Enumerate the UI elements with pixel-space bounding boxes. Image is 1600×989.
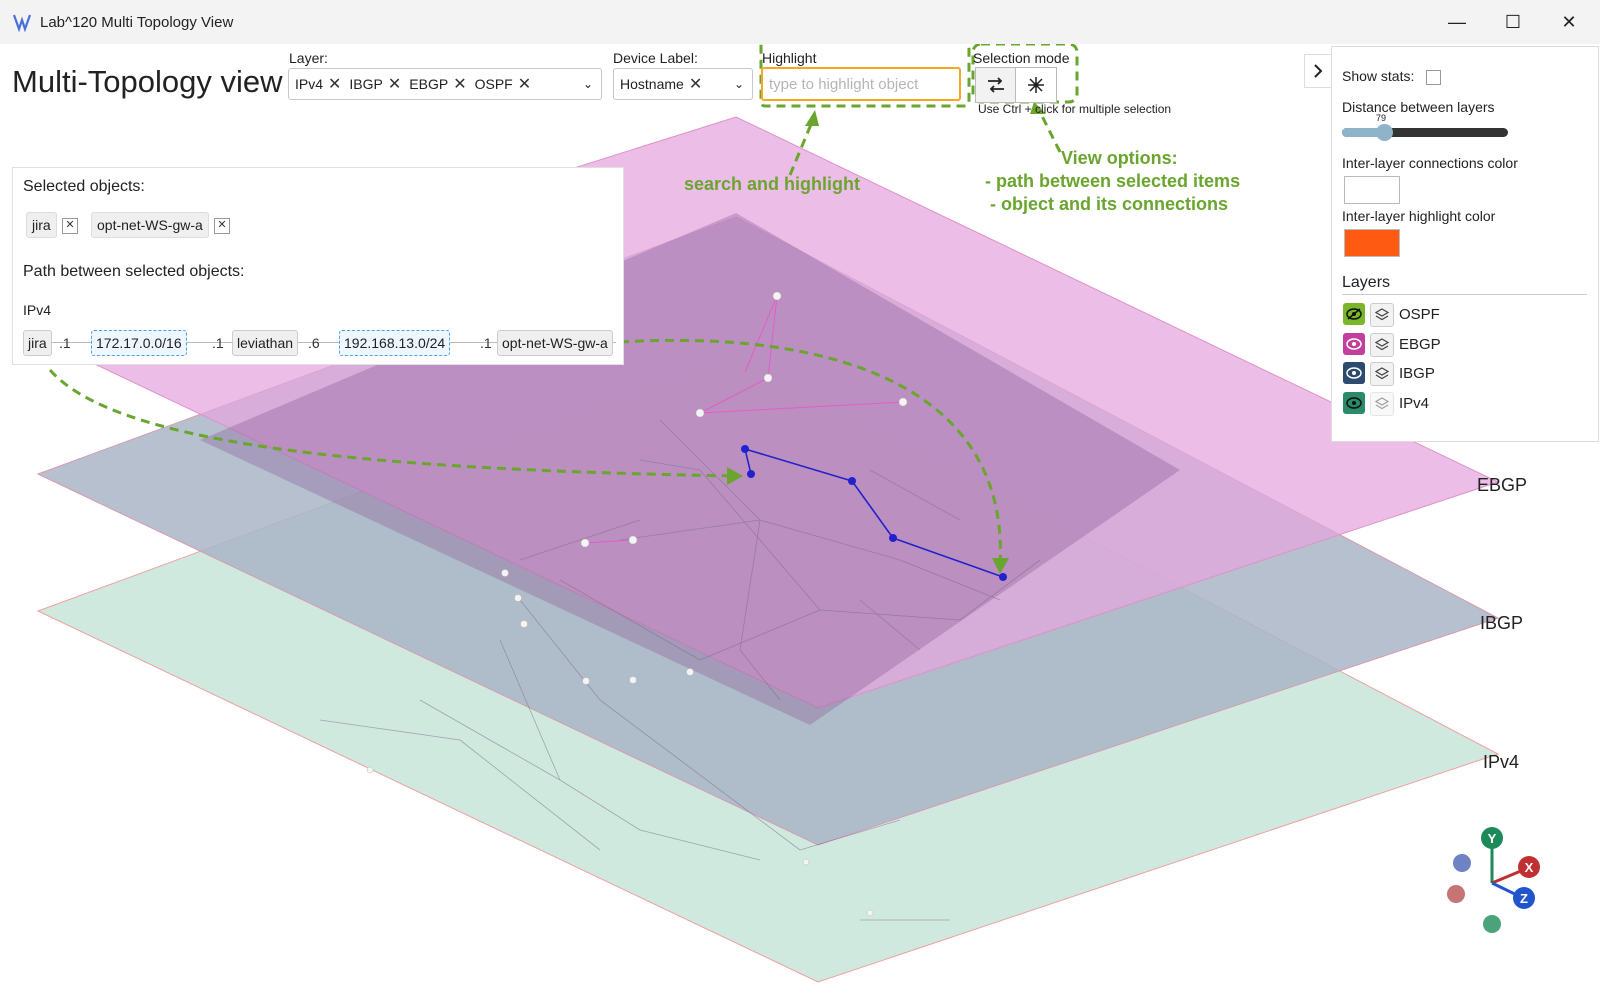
chevron-down-icon[interactable]: ⌄ — [734, 77, 744, 91]
remove-selected-object-icon[interactable]: ✕ — [62, 218, 78, 234]
path-network[interactable]: 192.168.13.0/24 — [339, 330, 451, 356]
distance-slider-thumb[interactable] — [1375, 124, 1393, 141]
path-heading: Path between selected objects: — [23, 263, 245, 280]
selected-object-tag: opt-net-WS-gw-a — [91, 212, 209, 238]
distance-value: 79 — [1376, 113, 1387, 123]
selected-object-tag: jira — [26, 212, 57, 238]
neighbors-selection-mode-button[interactable] — [1015, 67, 1057, 103]
path-port: .1 — [212, 335, 224, 351]
path-mode-icon — [988, 77, 1004, 93]
interlayer-color-label: Inter-layer connections color — [1342, 155, 1518, 171]
show-stats-checkbox[interactable] — [1426, 70, 1441, 85]
maximize-button[interactable]: ☐ — [1490, 6, 1536, 38]
ibgp-plane-label: IBGP — [1480, 613, 1524, 633]
device-label-select[interactable]: Hostname ✕ ⌄ — [613, 68, 753, 100]
layer-name: IBGP — [1399, 365, 1435, 382]
ebgp-plane-label: EBGP — [1477, 475, 1528, 495]
remove-selected-object-icon[interactable]: ✕ — [214, 218, 230, 234]
view-options-annotation-title: View options: — [1061, 148, 1178, 168]
device-label-label: Device Label: — [613, 50, 698, 66]
path-node[interactable]: jira — [23, 330, 52, 356]
layers-stack-icon[interactable] — [1370, 362, 1394, 386]
path-layer-label: IPv4 — [23, 302, 52, 318]
highlight-search-input[interactable] — [761, 67, 961, 101]
layer-name: IPv4 — [1399, 395, 1430, 412]
path-network[interactable]: 172.17.0.0/16 — [91, 330, 187, 356]
visibility-icon[interactable] — [1343, 392, 1365, 414]
axis-y-label: Y — [1488, 831, 1497, 846]
remove-layer-ebgp-icon[interactable]: ✕ — [453, 74, 466, 94]
chevron-right-icon — [1314, 64, 1323, 78]
layer-chip-ibgp: IBGP ✕ — [349, 74, 402, 94]
view-options-annotation-line1: - path between selected items — [985, 171, 1241, 191]
highlight-color-swatch[interactable] — [1344, 229, 1400, 257]
axis-x-label: X — [1525, 860, 1534, 875]
chevron-down-icon[interactable]: ⌄ — [583, 77, 593, 91]
visibility-icon[interactable] — [1343, 333, 1365, 355]
ipv4-plane-label: IPv4 — [1483, 752, 1520, 772]
axis-neg-x-handle[interactable] — [1453, 854, 1471, 872]
visibility-off-icon[interactable] — [1343, 303, 1365, 325]
axis-neg-z-handle[interactable] — [1447, 885, 1465, 903]
search-annotation: search and highlight — [684, 174, 861, 194]
layer-select[interactable]: IPv4 ✕ IBGP ✕ EBGP ✕ OSPF ✕ ⌄ — [288, 68, 602, 100]
path-node[interactable]: leviathan — [232, 330, 299, 356]
path-port: .1 — [59, 335, 71, 351]
highlight-color-label: Inter-layer highlight color — [1342, 208, 1496, 224]
show-stats-label: Show stats: — [1342, 68, 1415, 84]
layer-chip-ospf: OSPF ✕ — [474, 74, 532, 94]
remove-layer-ibgp-icon[interactable]: ✕ — [388, 74, 401, 94]
selected-objects-heading: Selected objects: — [23, 178, 145, 195]
distance-slider[interactable] — [1342, 124, 1508, 141]
layer-chip-ebgp: EBGP ✕ — [409, 74, 467, 94]
page-title: Multi-Topology view — [12, 64, 283, 99]
minimize-button[interactable]: — — [1434, 6, 1480, 38]
close-button[interactable]: ✕ — [1546, 6, 1592, 38]
distance-label: Distance between layers — [1342, 99, 1495, 115]
axis-z-label: Z — [1520, 891, 1528, 906]
app-logo-icon — [12, 14, 32, 32]
selection-mode-label: Selection mode — [973, 50, 1070, 66]
title-bar: Lab^120 Multi Topology View — ☐ ✕ — [0, 0, 1600, 44]
layer-chip-ipv4: IPv4 ✕ — [295, 74, 342, 94]
view-options-annotation-line2: - object and its connections — [990, 194, 1229, 214]
layers-stack-icon[interactable] — [1370, 392, 1394, 416]
connections-mode-icon — [1028, 77, 1044, 93]
layer-name: EBGP — [1399, 336, 1441, 353]
axis-neg-y-handle[interactable] — [1483, 915, 1501, 933]
device-label-chip: Hostname ✕ — [620, 74, 703, 94]
path-port: .1 — [480, 335, 492, 351]
layers-heading: Layers — [1342, 274, 1391, 291]
selection-hint: Use Ctrl + click for multiple selection — [978, 102, 1172, 116]
remove-layer-ipv4-icon[interactable]: ✕ — [328, 74, 341, 94]
layer-name: OSPF — [1399, 306, 1440, 323]
layer-label: Layer: — [289, 50, 328, 66]
axes-gizmo[interactable]: Y X Z — [1440, 818, 1560, 938]
layers-divider — [1342, 294, 1587, 295]
window-title: Lab^120 Multi Topology View — [40, 14, 234, 31]
path-node[interactable]: opt-net-WS-gw-a — [497, 330, 613, 356]
layers-stack-icon[interactable] — [1370, 303, 1394, 327]
highlight-label: Highlight — [762, 50, 817, 66]
collapse-panel-button[interactable] — [1304, 54, 1332, 88]
remove-layer-ospf-icon[interactable]: ✕ — [518, 74, 531, 94]
layers-stack-icon[interactable] — [1370, 333, 1394, 357]
path-port: .6 — [308, 335, 320, 351]
path-selection-mode-button[interactable] — [975, 67, 1017, 103]
remove-device-label-icon[interactable]: ✕ — [689, 74, 702, 94]
visibility-icon[interactable] — [1343, 362, 1365, 384]
interlayer-color-swatch[interactable] — [1344, 176, 1400, 204]
